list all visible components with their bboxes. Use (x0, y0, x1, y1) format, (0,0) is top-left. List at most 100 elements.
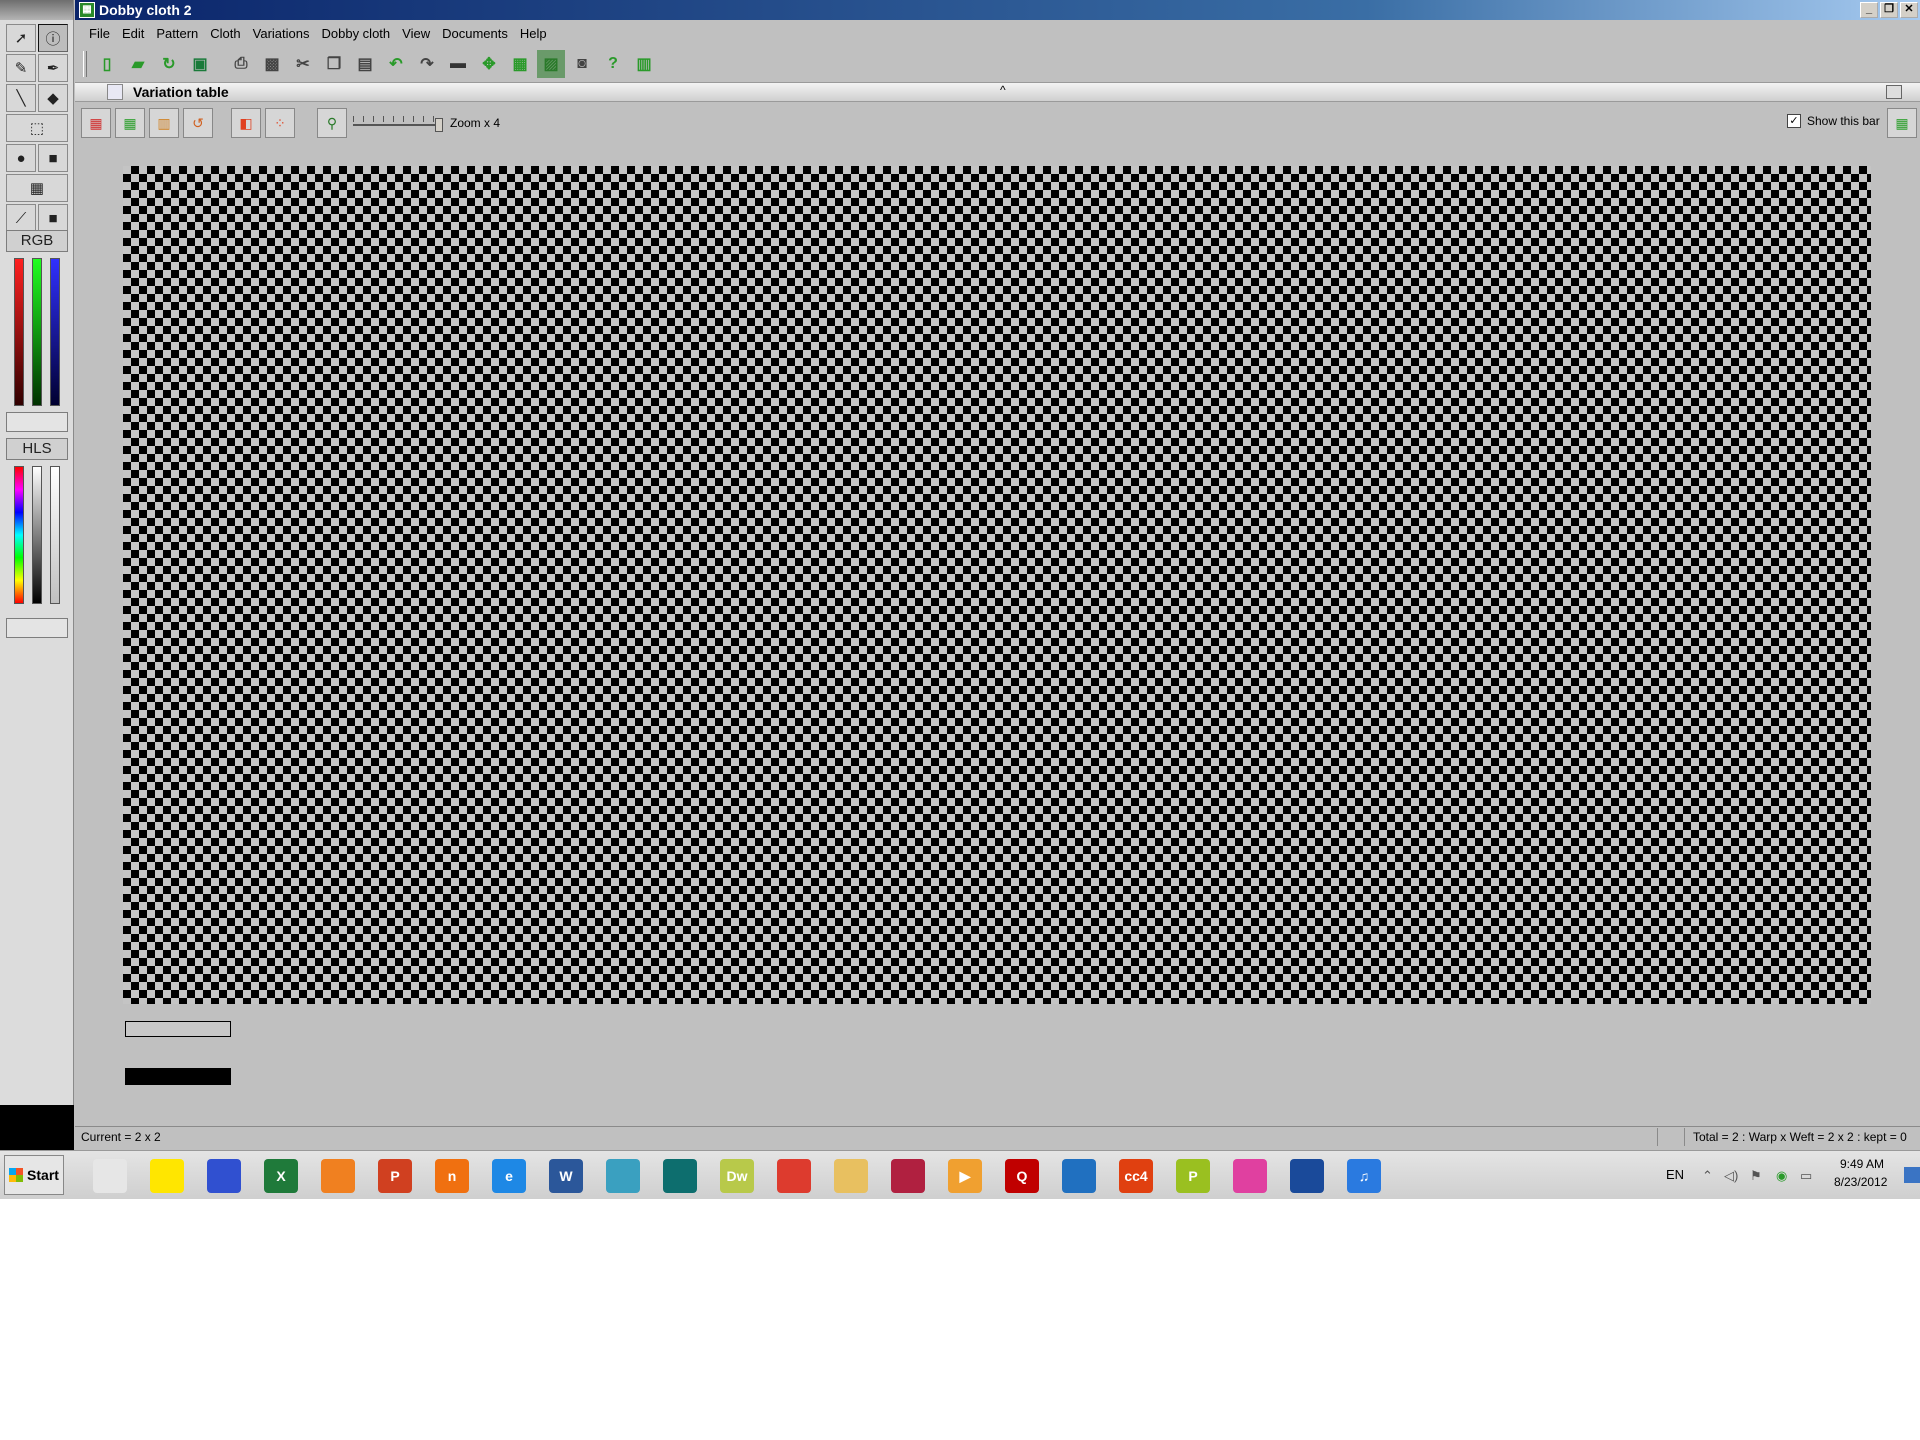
clock-date[interactable]: 8/23/2012 (1834, 1175, 1887, 1189)
start-button[interactable]: Start (4, 1155, 64, 1195)
menu-variations[interactable]: Variations (247, 26, 316, 41)
zoom-icon[interactable]: ⚲ (317, 108, 347, 138)
zoom-slider[interactable] (353, 116, 443, 132)
circle-tool-icon[interactable]: ● (6, 144, 36, 172)
panel-restore-button[interactable] (1886, 85, 1902, 99)
refresh-icon[interactable]: ↻ (155, 50, 183, 78)
fill-tool-icon[interactable]: ◆ (38, 84, 68, 112)
excel-icon[interactable]: X (255, 1156, 307, 1196)
green-slider[interactable] (32, 258, 42, 406)
restore-button[interactable]: ❐ (1880, 2, 1898, 18)
redo-icon[interactable]: ↷ (413, 50, 441, 78)
itunes-icon[interactable]: ♫ (1338, 1156, 1390, 1196)
brush-tool-icon[interactable]: ⟋ (6, 204, 36, 232)
publisher-icon[interactable] (654, 1156, 706, 1196)
weft-color-bar[interactable] (125, 1068, 231, 1085)
security-icon[interactable]: ◉ (1776, 1168, 1787, 1184)
internet-explorer-icon[interactable]: e (483, 1156, 535, 1196)
pen-tool-icon[interactable]: ✒ (38, 54, 68, 82)
print-icon[interactable]: ⎙ (227, 50, 255, 78)
cut-icon[interactable]: ✂ (289, 50, 317, 78)
color-swap-icon[interactable]: ◧ (231, 108, 261, 138)
wand-tool-icon[interactable]: ✎ (6, 54, 36, 82)
arrow-select-tool-icon[interactable]: ➚ (6, 24, 36, 52)
show-desktop-button[interactable] (1904, 1167, 1920, 1183)
file-manager-icon[interactable] (825, 1156, 877, 1196)
menu-pattern[interactable]: Pattern (150, 26, 204, 41)
saturation-slider[interactable] (50, 466, 60, 604)
flag-icon[interactable]: ⚑ (1750, 1168, 1762, 1184)
blue-square-app-icon[interactable] (1281, 1156, 1333, 1196)
word-icon[interactable]: W (540, 1156, 592, 1196)
variation-columns-icon[interactable]: ▥ (149, 108, 179, 138)
menu-view[interactable]: View (396, 26, 436, 41)
menu-edit[interactable]: Edit (116, 26, 150, 41)
clock-time[interactable]: 9:49 AM (1840, 1157, 1884, 1171)
printer-setup-icon[interactable]: ▩ (258, 50, 286, 78)
media-player-icon[interactable]: ▶ (939, 1156, 991, 1196)
color-dots-icon[interactable]: ⁘ (265, 108, 295, 138)
book-icon[interactable]: ▥ (630, 50, 658, 78)
menu-file[interactable]: File (83, 26, 116, 41)
chevron-up-icon[interactable]: ⌃ (1702, 1168, 1713, 1184)
panel-checkbox[interactable] (107, 84, 123, 100)
fruit-app-icon[interactable] (312, 1156, 364, 1196)
orange-n-icon[interactable]: n (426, 1156, 478, 1196)
language-indicator[interactable]: EN (1666, 1167, 1684, 1182)
undo-icon[interactable]: ↶ (382, 50, 410, 78)
minimize-button[interactable]: _ (1860, 2, 1878, 18)
grid-icon[interactable]: ▦ (506, 50, 534, 78)
pinwheel-icon[interactable] (1224, 1156, 1276, 1196)
current-color-swatch[interactable] (0, 1105, 74, 1150)
marquee-tool-icon[interactable]: ⬚ (6, 114, 68, 142)
acrobat-icon[interactable] (882, 1156, 934, 1196)
network-icon[interactable]: ▭ (1800, 1168, 1812, 1184)
menu-cloth[interactable]: Cloth (204, 26, 246, 41)
weave-app-blue-icon[interactable] (198, 1156, 250, 1196)
info-tool-icon[interactable]: ⓘ (38, 24, 68, 52)
close-button[interactable]: ✕ (1900, 2, 1918, 18)
weave-app-yellow-icon[interactable] (141, 1156, 193, 1196)
powerpoint-icon[interactable]: P (369, 1156, 421, 1196)
stamp-tool-icon[interactable]: ▦ (6, 174, 68, 202)
variation-grid-red-icon[interactable]: ▦ (81, 108, 111, 138)
collapse-caret-icon[interactable]: ^ (1000, 83, 1006, 97)
rgb-value-box[interactable] (6, 412, 68, 432)
cc4-icon[interactable]: cc4 (1110, 1156, 1162, 1196)
show-bar-checkbox[interactable]: ✓ (1787, 114, 1801, 128)
save-icon[interactable]: ▣ (186, 50, 214, 78)
menu-dobby-cloth[interactable]: Dobby cloth (315, 26, 396, 41)
blue-slider[interactable] (50, 258, 60, 406)
explorer-window-icon[interactable] (84, 1156, 136, 1196)
chrome-icon[interactable] (768, 1156, 820, 1196)
weave-icon[interactable]: ▨ (537, 50, 565, 78)
square-fill-tool-icon[interactable]: ■ (38, 204, 68, 232)
menu-help[interactable]: Help (514, 26, 553, 41)
variation-grid-green-icon[interactable]: ▦ (115, 108, 145, 138)
bar-settings-icon[interactable]: ▦ (1887, 108, 1917, 138)
weave-pattern-canvas[interactable] (123, 166, 1871, 1004)
menu-documents[interactable]: Documents (436, 26, 514, 41)
rectangle-tool-icon[interactable]: ■ (38, 144, 68, 172)
speaker-icon[interactable]: ◁) (1724, 1168, 1738, 1184)
paste-icon[interactable]: ▤ (351, 50, 379, 78)
line-tool-icon[interactable]: ╲ (6, 84, 36, 112)
variation-rotate-icon[interactable]: ↺ (183, 108, 213, 138)
rectangle-icon[interactable]: ▬ (444, 50, 472, 78)
zoom-slider-thumb[interactable] (435, 118, 443, 132)
new-file-icon[interactable]: ▯ (93, 50, 121, 78)
hue-slider[interactable] (14, 466, 24, 604)
pattern-app-icon[interactable] (597, 1156, 649, 1196)
camera-icon[interactable]: ◙ (568, 50, 596, 78)
puzzle-icon[interactable]: ✥ (475, 50, 503, 78)
open-folder-icon[interactable]: ▰ (124, 50, 152, 78)
quicktime-q-icon[interactable]: Q (996, 1156, 1048, 1196)
dreamweaver-icon[interactable]: Dw (711, 1156, 763, 1196)
warp-color-bar[interactable] (125, 1021, 231, 1037)
help-icon[interactable]: ? (599, 50, 627, 78)
fiberworks-icon[interactable] (1053, 1156, 1105, 1196)
copy-icon[interactable]: ❐ (320, 50, 348, 78)
p-app-icon[interactable]: P (1167, 1156, 1219, 1196)
show-bar-toggle[interactable]: ✓ Show this bar (1787, 114, 1880, 128)
red-slider[interactable] (14, 258, 24, 406)
